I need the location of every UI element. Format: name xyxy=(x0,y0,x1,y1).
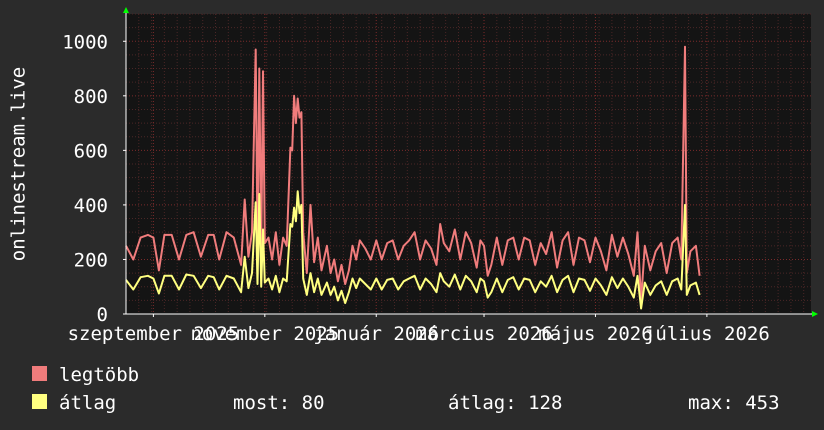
y-tick-label: 1000 xyxy=(62,31,108,53)
traffic-chart: 02004006008001000 szeptember 2025novembe… xyxy=(8,7,818,414)
y-tick-layer: 02004006008001000 xyxy=(62,31,126,326)
stat-max: max: 453 xyxy=(688,392,780,414)
y-tick-label: 400 xyxy=(74,195,108,217)
legend: legtöbb átlag most: 80 átlag: 128 max: 4… xyxy=(32,364,780,414)
x-tick-label: május 2026 xyxy=(538,323,652,345)
legend-swatch-max xyxy=(32,366,47,381)
stat-average: átlag: 128 xyxy=(448,392,562,414)
legend-label-avg: átlag xyxy=(59,392,116,414)
y-axis-arrow xyxy=(123,7,129,13)
chart-stage: 0 200 400 600 800 1000 szeptember 2025 novembe… xyxy=(0,0,824,430)
x-tick-layer: szeptember 2025november 2025január 2026m… xyxy=(68,314,770,345)
legend-label-max: legtöbb xyxy=(59,364,139,386)
x-axis-arrow xyxy=(812,311,818,317)
x-tick-label: március 2026 xyxy=(415,323,552,345)
y-tick-label: 600 xyxy=(74,140,108,162)
x-tick-label: július 2026 xyxy=(644,323,770,345)
y-axis-label: onlinestream.live xyxy=(8,67,30,261)
y-tick-label: 800 xyxy=(74,86,108,108)
y-tick-label: 200 xyxy=(74,249,108,271)
legend-swatch-avg xyxy=(32,394,47,409)
stat-now: most: 80 xyxy=(233,392,325,414)
